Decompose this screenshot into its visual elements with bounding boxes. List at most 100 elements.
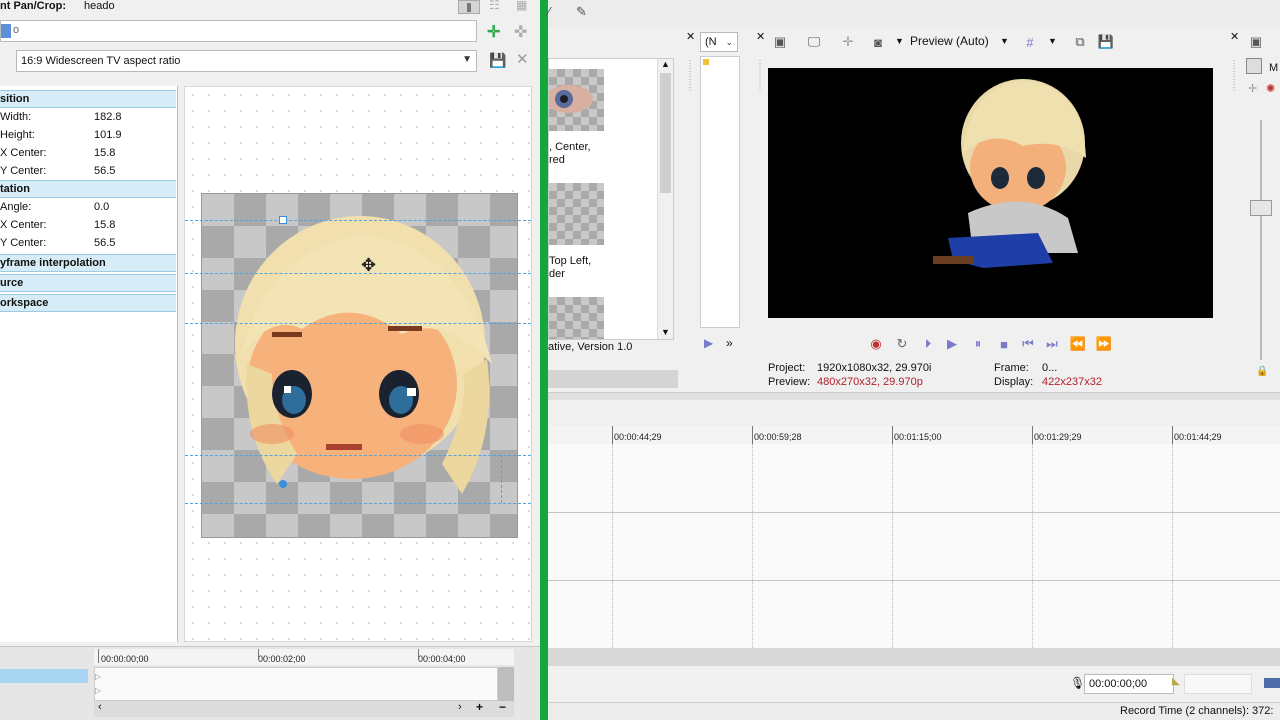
prop-rot-y-center[interactable]: Y Center: 56.5 [0, 234, 176, 252]
play-from-start-icon[interactable]: ⏵ [918, 335, 938, 353]
grid-icon[interactable]: ☷ [489, 0, 500, 12]
previous-frame-icon[interactable]: ⏪ [1068, 335, 1088, 353]
loop-icon[interactable]: ↻ [892, 335, 912, 353]
track-header-selected[interactable] [0, 669, 88, 683]
mixer-properties-icon[interactable]: ▣ [1246, 32, 1266, 52]
scroll-up-icon[interactable]: ▲ [658, 59, 673, 69]
panel-grip-preview[interactable]: ⋮ ⋮ ⋮ ⋮ [756, 60, 764, 92]
panel-grip-mixer[interactable]: ⋮ ⋮ ⋮ ⋮ [1230, 60, 1238, 92]
tl-label-2: 00:01:15;00 [894, 432, 942, 442]
stop-icon[interactable]: ■ [994, 335, 1014, 353]
panel-grip-left[interactable]: ⋮ ⋮ ⋮ ⋮ [686, 60, 696, 340]
prop-width-value[interactable]: 182.8 [94, 108, 122, 126]
video-preview[interactable] [768, 68, 1213, 318]
prop-x-center[interactable]: X Center: 15.8 [0, 144, 176, 162]
crop-handle-top[interactable] [279, 216, 287, 224]
pen-tool-icon[interactable]: ✎ [576, 4, 587, 20]
mixer-fx-icon[interactable]: ✺ [1266, 82, 1275, 95]
filter-list[interactable] [700, 56, 740, 328]
microphone-icon[interactable]: 🎙 [1070, 676, 1085, 690]
quality-dropdown-icon[interactable]: ▼ [1000, 36, 1009, 46]
overlay-icon[interactable]: ◙ [868, 32, 888, 52]
filter-select[interactable]: (N ⌄ [700, 32, 738, 52]
zoom-out-icon[interactable]: − [499, 700, 506, 714]
play-small-icon[interactable]: ▶ [704, 336, 713, 350]
grid-overlay-icon[interactable]: # [1020, 32, 1040, 52]
add-keyframe-icon[interactable]: ✛ [487, 22, 500, 42]
crop-workspace[interactable]: ✥ [184, 86, 532, 642]
next-frame-icon[interactable]: ⏩ [1094, 335, 1114, 353]
scroll-left-icon[interactable]: ‹ [98, 701, 102, 713]
keyframe-position-field[interactable]: o [0, 20, 477, 42]
grid-alt-icon[interactable]: ▦ [516, 0, 527, 12]
keyframe-track[interactable]: ▷ ▷ [94, 667, 498, 701]
mixer-button[interactable] [1246, 58, 1262, 74]
prop-x-center-value[interactable]: 15.8 [94, 144, 115, 162]
tl-tick-1 [752, 426, 753, 444]
play-icon[interactable]: ▶ [942, 335, 962, 353]
copy-snapshot-icon[interactable]: ⧉ [1070, 32, 1090, 52]
scroll-right-icon[interactable]: › [458, 701, 462, 713]
section-position[interactable]: sition [0, 90, 176, 108]
prop-y-center-value[interactable]: 56.5 [94, 162, 115, 180]
prop-angle[interactable]: Angle: 0.0 [0, 198, 176, 216]
marker-icon[interactable]: ◣ [1172, 676, 1180, 687]
pause-icon[interactable]: ⏸ [968, 335, 988, 353]
section-keyframe-interpolation[interactable]: yframe interpolation [0, 254, 176, 272]
track-divider-2 [548, 580, 1280, 581]
record-icon[interactable]: ◉ [866, 335, 886, 353]
aspect-ratio-value: 16:9 Widescreen TV aspect ratio [21, 55, 181, 67]
scroll-down-icon[interactable]: ▼ [661, 327, 670, 337]
prop-width[interactable]: Width: 182.8 [0, 108, 176, 126]
media-scroll-thumb[interactable] [660, 73, 671, 193]
mixer-add-icon[interactable]: ✛ [1248, 82, 1257, 95]
media-thumb-2[interactable] [549, 183, 604, 245]
delete-preset-icon[interactable]: ✕ [516, 50, 529, 68]
media-scrollbar[interactable]: ▲ ▼ [657, 59, 673, 339]
zoom-in-icon[interactable]: + [476, 700, 483, 714]
time-display[interactable]: 00:00:00;00 [1084, 674, 1174, 694]
prop-y-center[interactable]: Y Center: 56.5 [0, 162, 176, 180]
prop-rot-x-center-value[interactable]: 15.8 [94, 216, 115, 234]
timeline-tracks[interactable] [548, 444, 1280, 648]
prop-angle-value[interactable]: 0.0 [94, 198, 109, 216]
selection-length-field[interactable] [1184, 674, 1252, 694]
prop-rot-x-center[interactable]: X Center: 15.8 [0, 216, 176, 234]
preview-properties-icon[interactable]: ▣ [770, 32, 790, 52]
split-screen-icon[interactable]: ✛ [838, 32, 858, 52]
close-panel-icon[interactable]: ✕ [686, 30, 696, 43]
keyframe-slider-handle[interactable] [1, 24, 11, 38]
track-scrollbar[interactable] [498, 667, 514, 701]
media-thumb-eye[interactable] [545, 69, 604, 131]
crop-guide-lower [185, 455, 531, 456]
remove-keyframe-icon[interactable]: ✜ [514, 22, 527, 42]
tool-icon[interactable]: ∕ [548, 4, 550, 19]
prop-height-value[interactable]: 101.9 [94, 126, 122, 144]
save-snapshot-icon[interactable]: 💾 [1096, 32, 1116, 52]
close-mixer-icon[interactable]: ✕ [1230, 30, 1239, 43]
timeline-scrollbar[interactable] [548, 648, 1280, 666]
media-thumb-3[interactable] [549, 297, 604, 339]
preview-quality-select[interactable]: Preview (Auto) [910, 34, 989, 48]
save-preset-icon[interactable]: 💾 [489, 52, 506, 69]
prop-height[interactable]: Height: 101.9 [0, 126, 176, 144]
layout-toggle-button[interactable] [458, 0, 480, 14]
keyframe-marker-2[interactable]: ▷ [95, 686, 101, 695]
expand-icon[interactable]: » [726, 336, 733, 350]
overlay-dropdown-icon[interactable]: ▼ [895, 36, 904, 46]
crop-handle-pivot[interactable] [279, 480, 287, 488]
mixer-fader-handle[interactable] [1250, 200, 1272, 216]
external-monitor-icon[interactable]: 🖵 [804, 32, 824, 52]
keyframe-marker[interactable]: ▷ [95, 672, 101, 681]
prop-rot-y-center-value[interactable]: 56.5 [94, 234, 115, 252]
go-to-end-icon[interactable]: ⏭ [1042, 335, 1062, 353]
section-source[interactable]: urce [0, 274, 176, 292]
close-preview-icon[interactable]: ✕ [756, 30, 765, 43]
lock-icon[interactable]: 🔒 [1256, 366, 1268, 377]
go-to-start-icon[interactable]: ⏮ [1018, 335, 1038, 353]
horizontal-scrollbar[interactable]: ‹ › + − [94, 700, 514, 717]
section-rotation[interactable]: tation [0, 180, 176, 198]
aspect-ratio-select[interactable]: 16:9 Widescreen TV aspect ratio ▼ [16, 50, 477, 72]
grid-dropdown-icon[interactable]: ▼ [1048, 36, 1057, 46]
section-workspace[interactable]: orkspace [0, 294, 176, 312]
